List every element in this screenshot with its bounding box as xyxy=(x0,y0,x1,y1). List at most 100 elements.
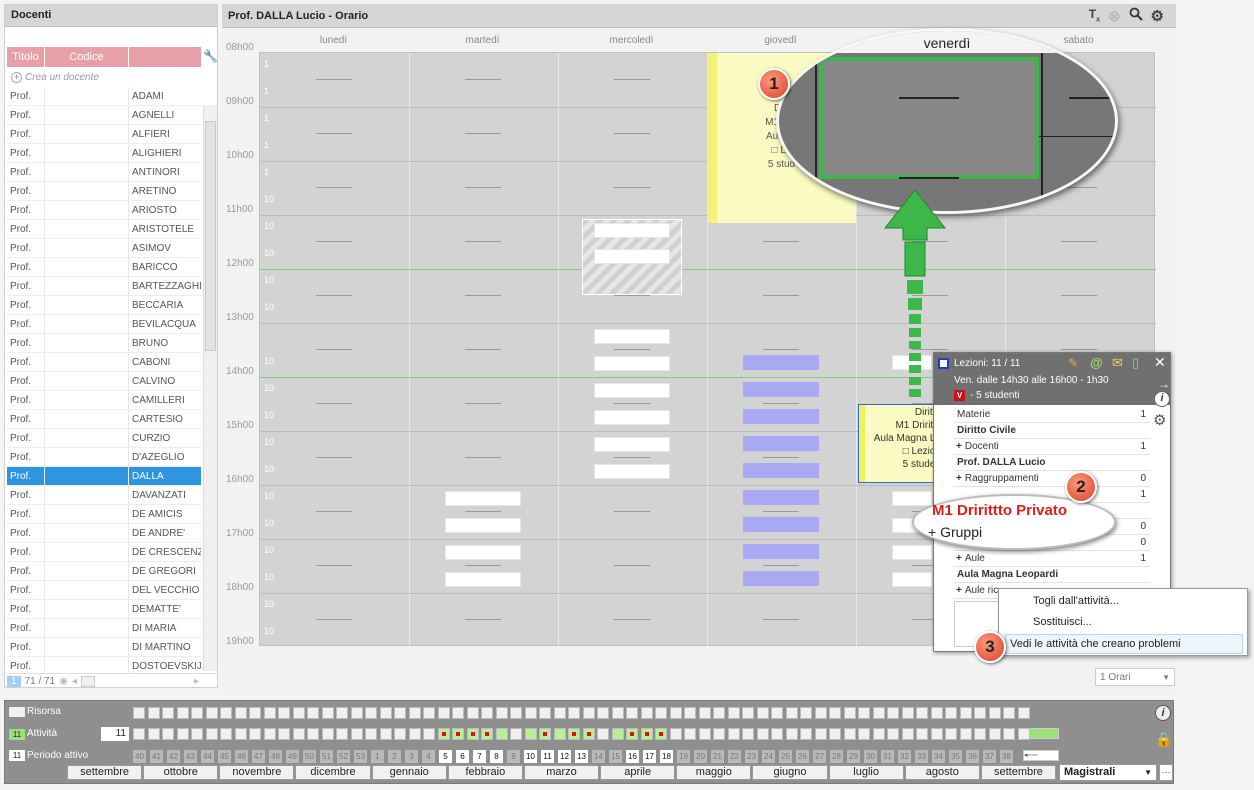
week-number-cell[interactable]: 6 xyxy=(456,750,469,763)
activity-week-cell[interactable] xyxy=(858,728,870,740)
plus-icon[interactable]: + xyxy=(956,441,962,452)
mail-icon[interactable]: ✉ xyxy=(1112,355,1123,371)
week-number-cell[interactable]: 29 xyxy=(847,750,860,763)
thu-slot-bar[interactable] xyxy=(743,490,819,505)
week-number-cell[interactable]: 18 xyxy=(660,750,673,763)
hscroll-thumb[interactable] xyxy=(80,676,95,687)
activity-week-cell[interactable] xyxy=(408,728,421,740)
create-teacher-row[interactable]: + Crea un docente xyxy=(7,68,201,86)
resource-week-cell[interactable] xyxy=(626,707,638,719)
activity-week-cell[interactable] xyxy=(205,728,218,740)
card-row[interactable]: + Docenti 1 xyxy=(954,439,1150,455)
teacher-row[interactable]: Prof. DE CRESCENZO xyxy=(7,543,201,562)
week-number-cell[interactable]: 42 xyxy=(167,750,180,763)
activity-week-cell[interactable] xyxy=(234,728,247,740)
resource-week-cell[interactable] xyxy=(930,707,943,719)
resource-week-cell[interactable] xyxy=(800,707,812,719)
month-tab[interactable]: settembre xyxy=(67,765,143,780)
week-number-cell[interactable]: 51 xyxy=(320,750,333,763)
week-number-cell[interactable]: 32 xyxy=(898,750,911,763)
teacher-row[interactable]: Prof. BARTEZZAGHI xyxy=(7,277,201,296)
resource-week-cell[interactable] xyxy=(829,707,841,719)
wrench-icon[interactable]: 🔧 xyxy=(203,49,218,63)
resource-week-cell[interactable] xyxy=(191,707,203,719)
resource-week-cell[interactable] xyxy=(176,707,189,719)
week-number-cell[interactable]: 25 xyxy=(779,750,792,763)
resource-week-cell[interactable] xyxy=(785,707,798,719)
activity-week-cell[interactable] xyxy=(727,728,740,740)
teacher-row[interactable]: Prof. DEMATTE' xyxy=(7,600,201,619)
resource-week-cell[interactable] xyxy=(1017,707,1030,719)
teacher-row[interactable]: Prof. CABONI xyxy=(7,353,201,372)
month-tab[interactable]: febbraio xyxy=(447,765,523,780)
week-number-cell[interactable]: 23 xyxy=(745,750,758,763)
activity-week-cell[interactable] xyxy=(930,728,943,740)
activity-week-cell[interactable] xyxy=(800,728,812,740)
activity-week-cell[interactable] xyxy=(278,728,290,740)
friday-selected-lesson[interactable]: Diritto M1 Dririttc Aula Magna Le □ Lezion 5… xyxy=(858,404,940,483)
period-range-indicator[interactable]: ◂▫▫▫▫ xyxy=(1023,750,1059,761)
resource-week-cell[interactable] xyxy=(872,707,885,719)
activity-week-cell[interactable] xyxy=(524,728,537,740)
menu-replace[interactable]: Sostituisci... xyxy=(999,612,1247,632)
week-number-cell[interactable]: 41 xyxy=(150,750,163,763)
teacher-row[interactable]: Prof. BEVILACQUA xyxy=(7,315,201,334)
week-number-cell[interactable]: 43 xyxy=(184,750,197,763)
activity-week-cell[interactable] xyxy=(611,728,624,740)
more-button[interactable]: ··· xyxy=(1159,764,1173,781)
week-number-cell[interactable]: 52 xyxy=(337,750,350,763)
wed-slot-bar[interactable] xyxy=(594,383,670,398)
resource-week-cell[interactable] xyxy=(640,707,653,719)
activity-week-cell[interactable] xyxy=(1003,728,1015,740)
week-number-cell[interactable]: 53 xyxy=(354,750,367,763)
thu-slot-bar[interactable] xyxy=(743,463,819,478)
activity-week-cell[interactable] xyxy=(133,728,145,740)
week-number-cell[interactable]: 35 xyxy=(949,750,962,763)
scroll-right-icon[interactable]: ▸ xyxy=(194,676,199,687)
lock-icon[interactable]: 🔒 xyxy=(1155,731,1172,748)
teacher-row[interactable]: Prof. BRUNO xyxy=(7,334,201,353)
plus-icon[interactable]: + xyxy=(956,585,962,596)
plus-icon[interactable]: + xyxy=(956,473,962,484)
teacher-row[interactable]: Prof. ALFIERI xyxy=(7,125,201,144)
teacher-row[interactable]: Prof. DE GREGORI xyxy=(7,562,201,581)
resource-week-cell[interactable] xyxy=(234,707,247,719)
resource-week-cell[interactable] xyxy=(539,707,551,719)
text-clear-icon[interactable]: Tx xyxy=(1089,7,1100,23)
teacher-row[interactable]: Prof. ANTINORI xyxy=(7,163,201,182)
resource-week-cell[interactable] xyxy=(916,707,928,719)
activity-week-cell[interactable] xyxy=(988,728,1001,740)
activity-week-cell[interactable] xyxy=(336,728,348,740)
activity-week-cell[interactable] xyxy=(220,728,232,740)
resource-week-cell[interactable] xyxy=(669,707,682,719)
week-number-cell[interactable]: 31 xyxy=(881,750,894,763)
activity-week-cell[interactable] xyxy=(597,728,609,740)
activity-week-cell[interactable] xyxy=(481,728,493,740)
resource-week-cell[interactable] xyxy=(727,707,740,719)
resource-week-cell[interactable] xyxy=(684,707,696,719)
resource-week-cell[interactable] xyxy=(350,707,363,719)
month-tab[interactable]: agosto xyxy=(904,765,980,780)
activity-week-cell[interactable] xyxy=(423,728,435,740)
menu-remove-from-activity[interactable]: Togli dall'attività... xyxy=(999,591,1247,611)
resource-week-cell[interactable] xyxy=(901,707,914,719)
week-number-cell[interactable]: 9 xyxy=(507,750,520,763)
eye-icon[interactable]: ◉ xyxy=(59,676,68,687)
activity-week-cell[interactable] xyxy=(756,728,769,740)
orari-select[interactable]: 1 Orari ▼ xyxy=(1095,668,1175,686)
week-number-cell[interactable]: 10 xyxy=(524,750,537,763)
activity-week-cell[interactable] xyxy=(916,728,928,740)
activity-week-cell[interactable] xyxy=(872,728,885,740)
week-number-cell[interactable]: 5 xyxy=(439,750,452,763)
month-tab[interactable]: luglio xyxy=(828,765,904,780)
activity-week-cell[interactable] xyxy=(539,728,551,740)
teacher-row[interactable]: Prof. CAMILLERI xyxy=(7,391,201,410)
week-number-cell[interactable]: 27 xyxy=(813,750,826,763)
thu-slot-bar[interactable] xyxy=(743,355,819,370)
activity-week-cell[interactable] xyxy=(974,728,986,740)
resource-week-cell[interactable] xyxy=(437,707,450,719)
menu-show-problem-activities[interactable]: Vedi le attività che creano problemi xyxy=(1005,634,1243,654)
resource-week-cell[interactable] xyxy=(553,707,566,719)
tue-slot-bar[interactable] xyxy=(445,491,521,506)
fri-slot-bar[interactable] xyxy=(892,545,932,560)
